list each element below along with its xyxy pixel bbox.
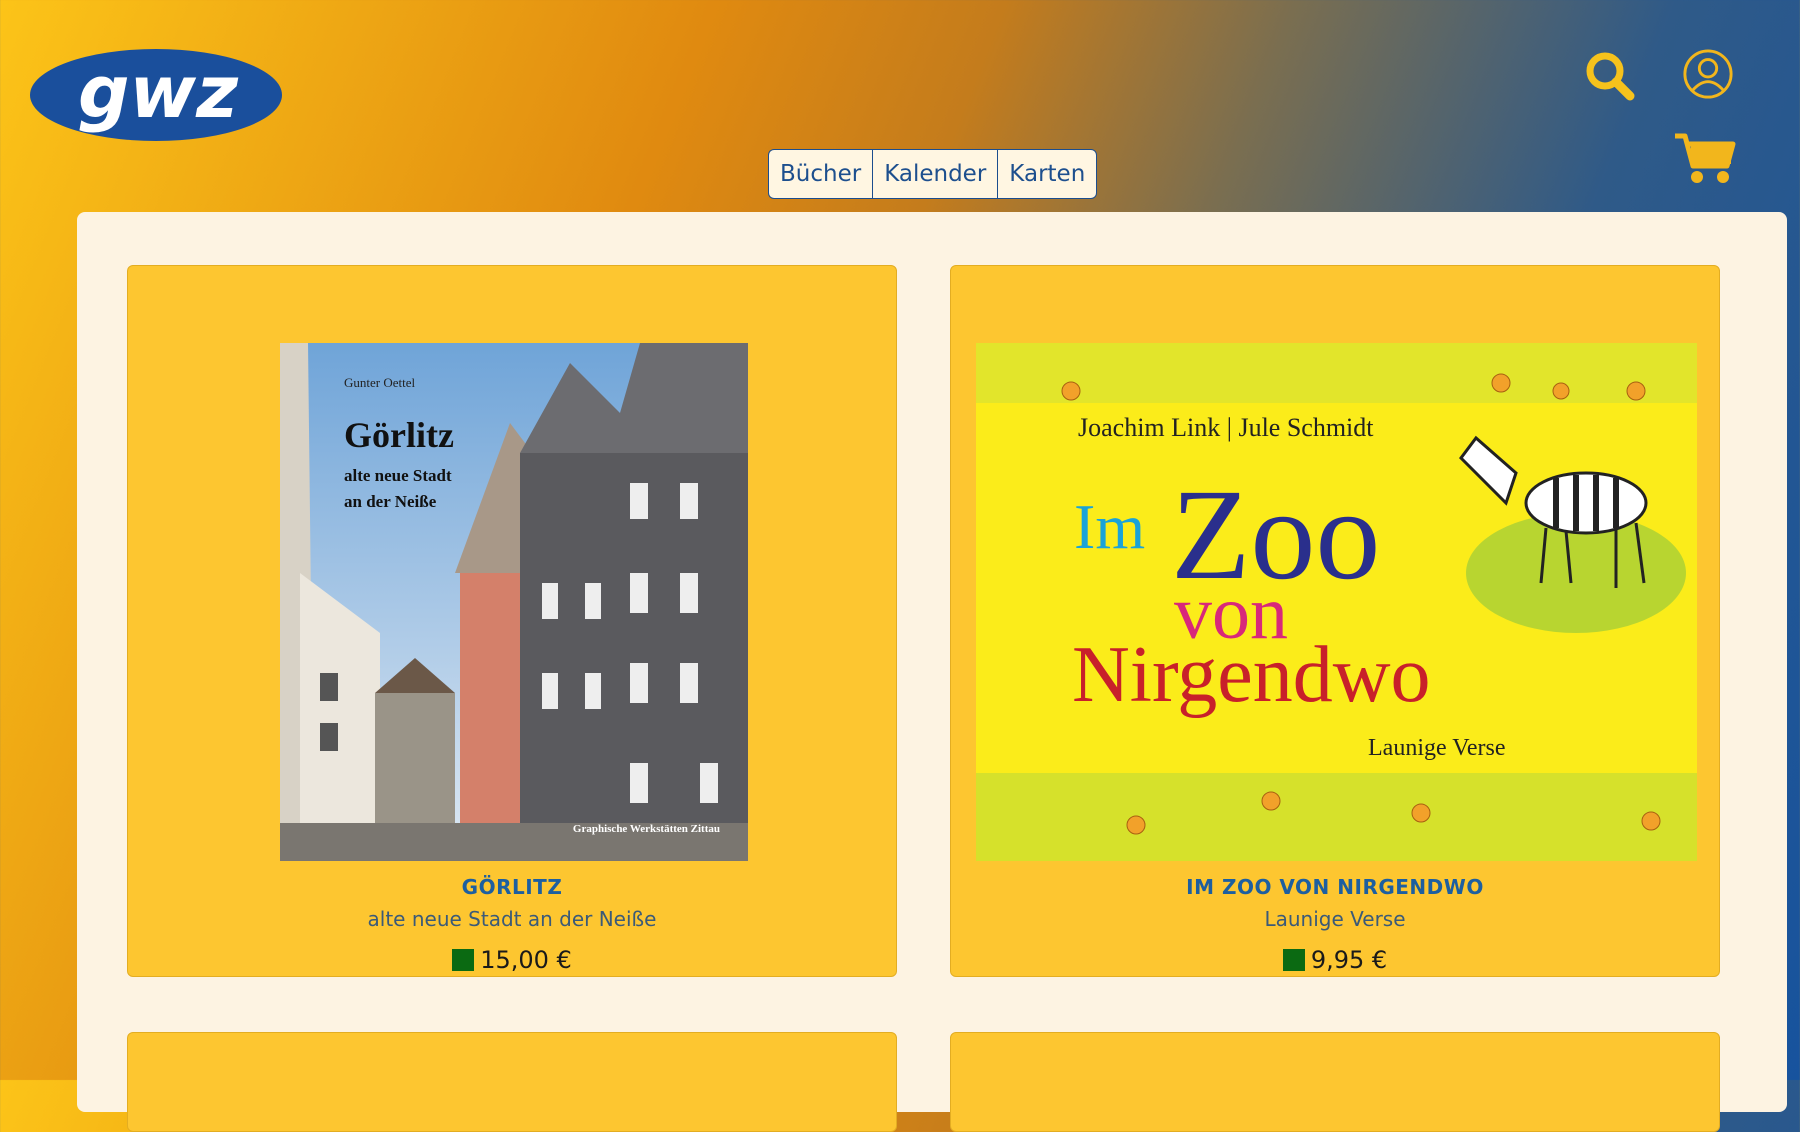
cover-title-word4: Nirgendwo (1072, 631, 1430, 719)
cover-title: Görlitz (344, 415, 454, 455)
product-cover-image[interactable]: Gunter Oettel Görlitz alte neue Stadt an… (280, 343, 748, 861)
cover-authors: Joachim Link | Jule Schmidt (1078, 413, 1374, 442)
product-title[interactable]: GÖRLITZ (128, 875, 896, 899)
tab-buecher[interactable]: Bücher (768, 149, 873, 199)
cover-author: Gunter Oettel (344, 375, 416, 390)
product-price-row: 15,00 € (128, 946, 896, 974)
cover-subtitle: Launige Verse (1368, 735, 1506, 761)
product-subtitle: Launige Verse (1264, 907, 1406, 931)
availability-indicator (452, 949, 475, 971)
cover-title-word1: Im (1074, 491, 1145, 562)
product-card[interactable] (127, 1032, 897, 1132)
cover-subtitle-line1: alte neue Stadt (344, 466, 452, 485)
logo-text: gwz (78, 50, 239, 134)
availability-indicator (1282, 949, 1305, 971)
category-nav: Bücher Kalender Karten (768, 149, 1098, 199)
product-price: 9,95 € (1310, 946, 1388, 974)
user-circle-icon[interactable] (1682, 47, 1734, 101)
product-price: 15,00 € (480, 946, 572, 974)
product-card[interactable] (950, 1032, 1720, 1132)
gwz-logo[interactable]: gwz (28, 47, 284, 143)
tab-kalender[interactable]: Kalender (872, 149, 998, 199)
product-card[interactable]: Gunter Oettel Görlitz alte neue Stadt an… (127, 265, 897, 977)
cart-icon[interactable] (1673, 130, 1737, 186)
product-title[interactable]: IM ZOO VON NIRGENDWO (951, 875, 1719, 899)
product-price-row: 9,95 € (951, 946, 1719, 974)
product-subtitle: alte neue Stadt an der Neiße (367, 907, 657, 931)
product-cover-image[interactable]: Joachim Link | Jule Schmidt Im Zoo von N… (976, 343, 1697, 861)
product-card[interactable]: Joachim Link | Jule Schmidt Im Zoo von N… (950, 265, 1720, 977)
cover-publisher: Graphische Werkstätten Zittau (573, 823, 720, 835)
search-icon[interactable] (1584, 50, 1636, 102)
cover-subtitle-line2: an der Neiße (344, 492, 437, 511)
tab-karten[interactable]: Karten (997, 149, 1098, 199)
